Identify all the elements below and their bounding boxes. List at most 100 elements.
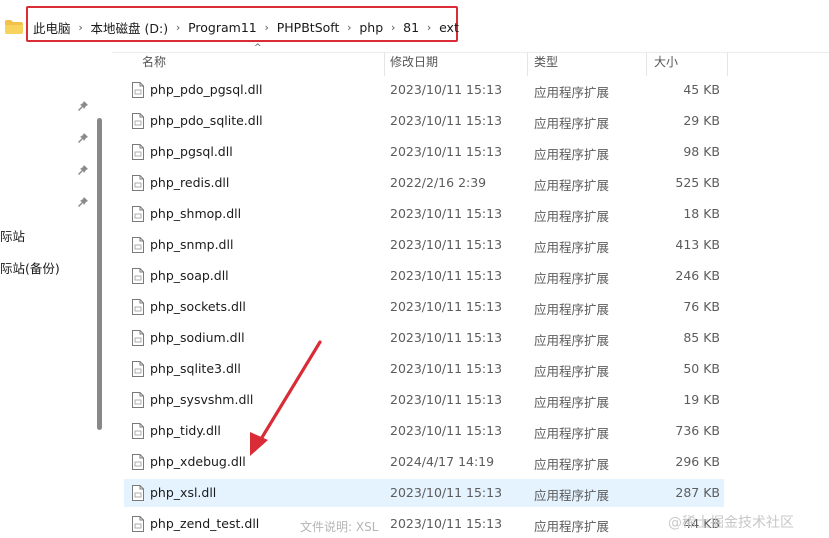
file-row[interactable]: php_xdebug.dll 2024/4/17 14:19 应用程序扩展 296 K… — [124, 448, 724, 476]
dll-file-icon — [132, 206, 144, 222]
file-name: php_xdebug.dll — [150, 454, 246, 469]
breadcrumb-item[interactable]: 此电脑 — [30, 18, 74, 37]
file-type: 应用程序扩展 — [534, 333, 610, 348]
file-type: 应用程序扩展 — [534, 488, 610, 503]
file-row[interactable]: php_pdo_sqlite.dll 2023/10/11 15:13 应用程序扩展… — [124, 107, 724, 135]
file-row[interactable]: php_tidy.dll 2023/10/11 15:13 应用程序扩展 736 KB — [124, 417, 724, 445]
column-header-type[interactable]: 类型 — [534, 52, 558, 76]
file-size: 29 KB — [683, 113, 720, 128]
file-type: 应用程序扩展 — [534, 85, 610, 100]
pin-icon[interactable] — [77, 100, 89, 112]
file-type: 应用程序扩展 — [534, 519, 610, 534]
pin-icon[interactable] — [77, 164, 89, 176]
file-modified-date: 2023/10/11 15:13 — [390, 268, 503, 283]
file-modified-date: 2022/2/16 2:39 — [390, 175, 487, 190]
file-row[interactable]: php_pdo_pgsql.dll 2023/10/11 15:13 应用程序扩展 4… — [124, 76, 724, 104]
file-row[interactable]: php_pgsql.dll 2023/10/11 15:13 应用程序扩展 98 KB — [124, 138, 724, 166]
file-name: php_xsl.dll — [150, 485, 217, 500]
file-row[interactable]: php_sqlite3.dll 2023/10/11 15:13 应用程序扩展 50 … — [124, 355, 724, 383]
breadcrumb-item[interactable]: php — [356, 20, 386, 35]
address-bar[interactable]: 此电脑 › 本地磁盘 (D:) › Program11 › PHPBtSoft › php › 81… — [0, 0, 829, 53]
file-modified-date: 2023/10/11 15:13 — [390, 82, 503, 97]
file-name: php_sockets.dll — [150, 299, 246, 314]
file-name: php_sodium.dll — [150, 330, 245, 345]
file-modified-date: 2023/10/11 15:13 — [390, 485, 503, 500]
file-type: 应用程序扩展 — [534, 426, 610, 441]
file-type: 应用程序扩展 — [534, 457, 610, 472]
dll-file-icon — [132, 175, 144, 191]
file-type: 应用程序扩展 — [534, 178, 610, 193]
file-modified-date: 2023/10/11 15:13 — [390, 423, 503, 438]
dll-file-icon — [132, 361, 144, 377]
file-size: 736 KB — [675, 423, 720, 438]
file-row[interactable]: php_zend_test.dll 2023/10/11 15:13 应用程序扩展 4… — [124, 510, 724, 538]
chevron-right-icon[interactable]: › — [171, 21, 185, 34]
file-modified-date: 2024/4/17 14:19 — [390, 454, 495, 469]
dll-file-icon — [132, 237, 144, 253]
file-size: 246 KB — [675, 268, 720, 283]
column-header-row: 名称 修改日期 类型 大小 — [124, 52, 728, 76]
file-row[interactable]: php_sodium.dll 2023/10/11 15:13 应用程序扩展 85 K… — [124, 324, 724, 352]
file-type: 应用程序扩展 — [534, 147, 610, 162]
file-row[interactable]: php_redis.dll 2022/2/16 2:39 应用程序扩展 525 KB — [124, 169, 724, 197]
breadcrumb-item[interactable]: ext — [436, 20, 462, 35]
file-size: 76 KB — [683, 299, 720, 314]
pin-icon[interactable] — [77, 132, 89, 144]
column-divider[interactable] — [727, 52, 728, 76]
file-tooltip: 文件说明: XSL — [300, 520, 379, 534]
file-type: 应用程序扩展 — [534, 302, 610, 317]
file-name: php_pdo_sqlite.dll — [150, 113, 263, 128]
nav-scrollbar[interactable] — [97, 118, 102, 430]
dll-file-icon — [132, 454, 144, 470]
file-row[interactable]: php_xsl.dll 2023/10/11 15:13 应用程序扩展 287 KB — [124, 479, 724, 507]
nav-item-site-backup[interactable]: 际站(备份) — [0, 258, 60, 277]
file-row[interactable]: php_sysvshm.dll 2023/10/11 15:13 应用程序扩展 19 … — [124, 386, 724, 414]
file-type: 应用程序扩展 — [534, 209, 610, 224]
column-divider[interactable] — [646, 52, 647, 76]
breadcrumb-item[interactable]: 81 — [400, 20, 422, 35]
dll-file-icon — [132, 423, 144, 439]
file-modified-date: 2023/10/11 15:13 — [390, 361, 503, 376]
chevron-right-icon[interactable]: › — [386, 21, 400, 34]
file-modified-date: 2023/10/11 15:13 — [390, 392, 503, 407]
file-row[interactable]: php_shmop.dll 2023/10/11 15:13 应用程序扩展 18 KB — [124, 200, 724, 228]
file-row[interactable]: php_sockets.dll 2023/10/11 15:13 应用程序扩展 76 … — [124, 293, 724, 321]
file-name: php_sysvshm.dll — [150, 392, 254, 407]
file-modified-date: 2023/10/11 15:13 — [390, 237, 503, 252]
file-type: 应用程序扩展 — [534, 364, 610, 379]
chevron-right-icon[interactable]: › — [260, 21, 274, 34]
dll-file-icon — [132, 144, 144, 160]
file-name: php_snmp.dll — [150, 237, 234, 252]
breadcrumb: 此电脑 › 本地磁盘 (D:) › Program11 › PHPBtSoft › php › 81… — [30, 16, 462, 38]
chevron-right-icon[interactable]: › — [422, 21, 436, 34]
file-row[interactable]: php_snmp.dll 2023/10/11 15:13 应用程序扩展 413 KB — [124, 231, 724, 259]
breadcrumb-item[interactable]: 本地磁盘 (D:) — [88, 18, 172, 37]
column-divider[interactable] — [384, 52, 385, 76]
dll-file-icon — [132, 485, 144, 501]
file-size: 50 KB — [683, 361, 720, 376]
pin-icon[interactable] — [77, 196, 89, 208]
file-name: php_tidy.dll — [150, 423, 221, 438]
dll-file-icon — [132, 516, 144, 532]
file-size: 18 KB — [683, 206, 720, 221]
file-name: php_shmop.dll — [150, 206, 242, 221]
column-divider[interactable] — [527, 52, 528, 76]
column-header-size[interactable]: 大小 — [654, 52, 678, 76]
file-row[interactable]: php_soap.dll 2023/10/11 15:13 应用程序扩展 246 KB — [124, 262, 724, 290]
file-modified-date: 2023/10/11 15:13 — [390, 299, 503, 314]
dll-file-icon — [132, 113, 144, 129]
breadcrumb-item[interactable]: Program11 — [185, 20, 260, 35]
file-type: 应用程序扩展 — [534, 240, 610, 255]
file-modified-date: 2023/10/11 15:13 — [390, 113, 503, 128]
dll-file-icon — [132, 392, 144, 408]
file-modified-date: 2023/10/11 15:13 — [390, 206, 503, 221]
chevron-right-icon[interactable]: › — [74, 21, 88, 34]
chevron-right-icon[interactable]: › — [342, 21, 356, 34]
file-modified-date: 2023/10/11 15:13 — [390, 330, 503, 345]
dll-file-icon — [132, 82, 144, 98]
dll-file-icon — [132, 268, 144, 284]
breadcrumb-item[interactable]: PHPBtSoft — [274, 20, 343, 35]
column-header-date[interactable]: 修改日期 — [390, 52, 438, 76]
nav-item-site[interactable]: 际站 — [0, 226, 25, 245]
column-header-name[interactable]: 名称 — [142, 52, 166, 76]
